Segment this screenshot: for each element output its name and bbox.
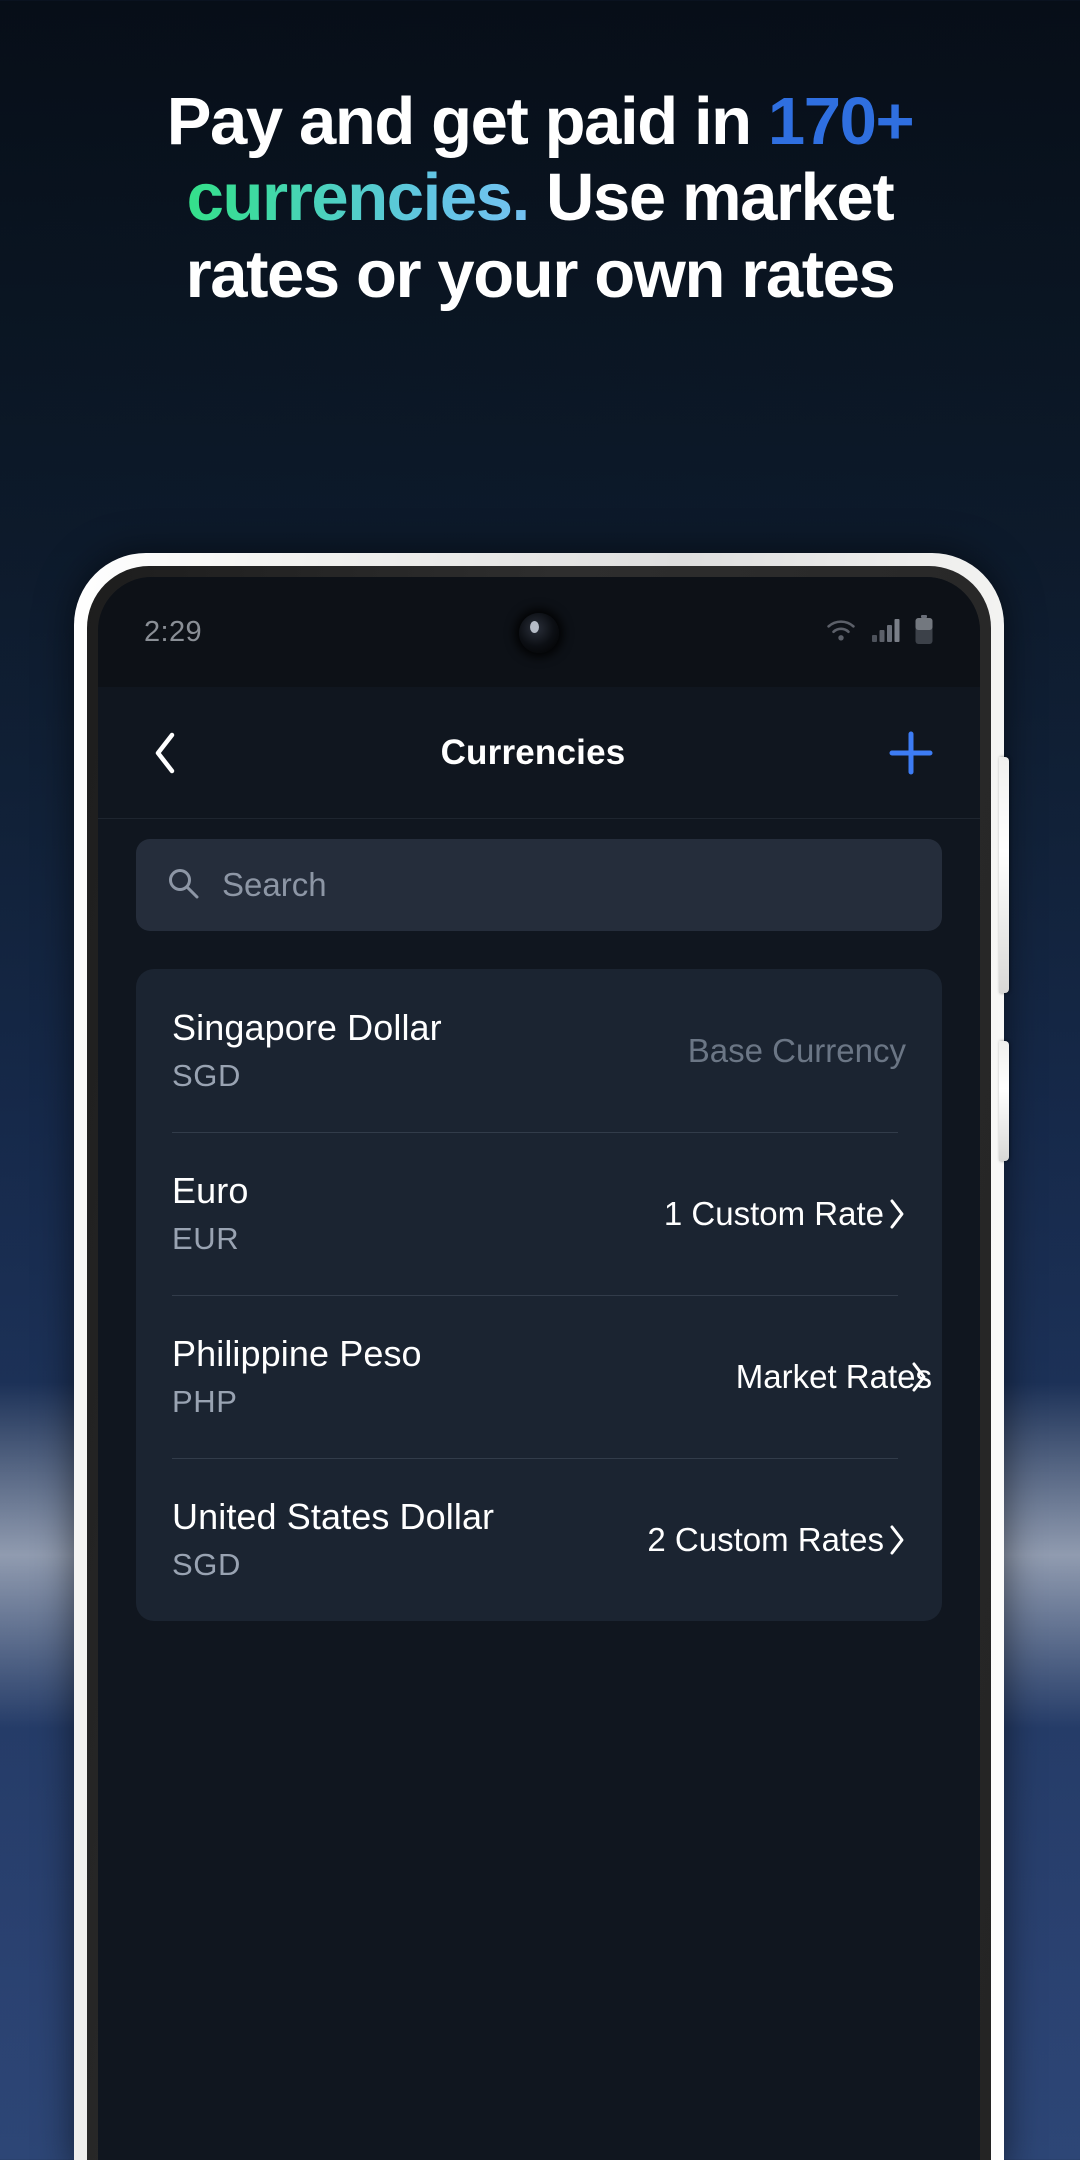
headline-text-white-1: Pay and get paid in xyxy=(166,84,768,159)
battery-icon xyxy=(914,614,934,650)
headline-accent-170plus: 170+ xyxy=(767,84,915,159)
currency-name: Singapore Dollar xyxy=(172,1007,442,1048)
currency-name: United States Dollar xyxy=(172,1496,495,1537)
currency-code: PHP xyxy=(172,1384,238,1419)
currency-status[interactable]: Market Rates xyxy=(736,1358,932,1396)
currency-code: EUR xyxy=(172,1221,240,1256)
currency-code: SGD xyxy=(172,1058,241,1093)
headline-line-1: Pay and get paid in 170+ xyxy=(44,84,1036,160)
status-bar: 2:29 xyxy=(98,577,980,687)
currency-status: Base Currency xyxy=(688,1032,906,1070)
currency-name: Euro xyxy=(172,1170,249,1211)
currency-identity: United States Dollar SGD xyxy=(172,1496,494,1583)
search-input[interactable]: Search xyxy=(136,839,942,931)
phone-inner-frame: 2:29 Currencies Search Singapore Dollar … xyxy=(87,566,991,2160)
chevron-left-icon xyxy=(155,732,175,773)
headline-line-3: rates or your own rates xyxy=(185,236,896,312)
status-bar-clock: 2:29 xyxy=(144,615,203,648)
chevron-right-icon xyxy=(888,1198,906,1230)
cellular-signal-icon xyxy=(871,617,901,648)
phone-screen: 2:29 Currencies Search Singapore Dollar … xyxy=(98,577,980,2160)
currency-status[interactable]: 1 Custom Rate xyxy=(664,1195,906,1233)
currency-identity: Singapore Dollar SGD xyxy=(172,1007,442,1094)
headline-accent-currencies: currencies. xyxy=(186,160,531,236)
currency-status[interactable]: 2 Custom Rates xyxy=(647,1521,906,1559)
plus-icon xyxy=(889,731,933,774)
currency-identity: Euro EUR xyxy=(172,1170,248,1257)
currency-row-sgd-base[interactable]: Singapore Dollar SGD Base Currency xyxy=(172,969,906,1132)
currency-status-label: Market Rates xyxy=(735,1357,932,1395)
currency-row-eur[interactable]: Euro EUR 1 Custom Rate xyxy=(172,1132,906,1295)
promo-headline: Pay and get paid in 170+ currencies. Use… xyxy=(0,84,1080,313)
currency-status-label: Base Currency xyxy=(687,1031,906,1069)
wifi-icon xyxy=(824,617,858,648)
currency-status-label: 2 Custom Rates xyxy=(647,1520,884,1558)
currency-row-php[interactable]: Philippine Peso PHP Market Rates xyxy=(172,1295,932,1458)
currency-list-card: Singapore Dollar SGD Base Currency Euro … xyxy=(136,969,942,1621)
currency-status-label: 1 Custom Rate xyxy=(663,1194,884,1232)
chevron-right-icon xyxy=(910,1361,928,1393)
search-placeholder: Search xyxy=(222,866,327,903)
add-currency-button[interactable] xyxy=(882,724,940,782)
search-icon xyxy=(166,866,200,905)
currency-row-usd[interactable]: United States Dollar SGD 2 Custom Rates xyxy=(172,1458,906,1621)
front-camera-punch-hole xyxy=(519,613,559,653)
chevron-right-icon xyxy=(888,1524,906,1556)
currency-name: Philippine Peso xyxy=(172,1333,422,1374)
currency-identity: Philippine Peso PHP xyxy=(172,1333,422,1420)
page-title: Currencies xyxy=(440,732,626,772)
phone-mockup: 2:29 Currencies Search Singapore Dollar … xyxy=(74,553,1009,2160)
search-area: Search xyxy=(98,839,980,931)
currency-code: SGD xyxy=(172,1547,241,1582)
headline-text-white-2: Use market xyxy=(528,160,895,236)
power-button[interactable] xyxy=(999,1041,1009,1161)
app-header: Currencies xyxy=(98,687,980,819)
status-bar-icons xyxy=(824,614,934,650)
headline-line-2: currencies. Use market xyxy=(44,160,1036,236)
volume-rocker-button[interactable] xyxy=(999,757,1009,993)
